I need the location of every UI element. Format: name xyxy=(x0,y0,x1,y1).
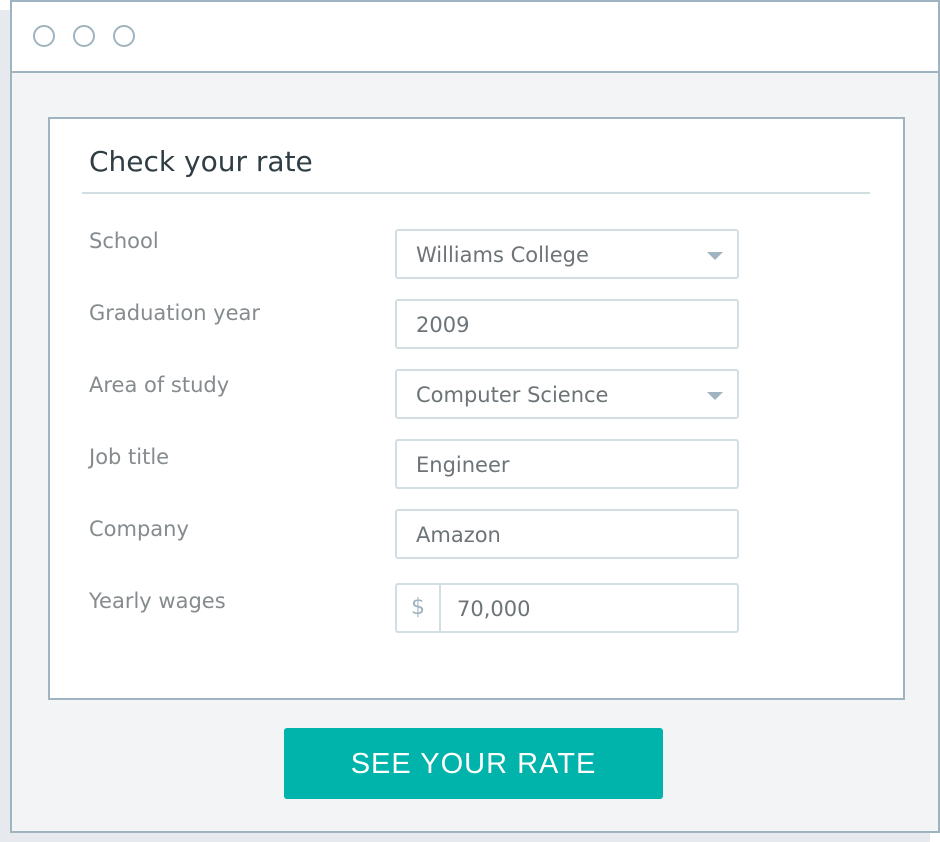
company-input[interactable]: Amazon xyxy=(395,509,739,559)
browser-window: Check your rate School Williams College … xyxy=(10,0,940,833)
chevron-down-icon xyxy=(707,252,723,260)
company-label: Company xyxy=(89,517,189,541)
job-title-value: Engineer xyxy=(416,453,510,477)
job-title-input[interactable]: Engineer xyxy=(395,439,739,489)
minimize-window-icon[interactable] xyxy=(73,25,95,47)
company-value: Amazon xyxy=(416,523,501,547)
rate-form-card: Check your rate School Williams College … xyxy=(48,117,905,700)
school-label: School xyxy=(89,229,159,253)
close-window-icon[interactable] xyxy=(33,25,55,47)
yearly-wages-input[interactable]: $ 70,000 xyxy=(395,583,739,633)
dollar-prefix: $ xyxy=(397,585,441,631)
divider xyxy=(82,192,870,194)
yearly-wages-label: Yearly wages xyxy=(89,589,226,613)
school-value: Williams College xyxy=(416,243,589,267)
graduation-year-value: 2009 xyxy=(416,313,470,337)
graduation-year-label: Graduation year xyxy=(89,301,261,325)
graduation-year-input[interactable]: 2009 xyxy=(395,299,739,349)
area-of-study-label: Area of study xyxy=(89,373,230,397)
see-your-rate-button[interactable]: SEE YOUR RATE xyxy=(284,728,663,799)
school-select[interactable]: Williams College xyxy=(395,229,739,279)
area-of-study-select[interactable]: Computer Science xyxy=(395,369,739,419)
maximize-window-icon[interactable] xyxy=(113,25,135,47)
job-title-label: Job title xyxy=(89,445,170,469)
form-title: Check your rate xyxy=(89,145,313,178)
title-bar xyxy=(12,2,938,73)
yearly-wages-value: 70,000 xyxy=(457,597,531,621)
chevron-down-icon xyxy=(707,392,723,400)
area-of-study-value: Computer Science xyxy=(416,383,609,407)
